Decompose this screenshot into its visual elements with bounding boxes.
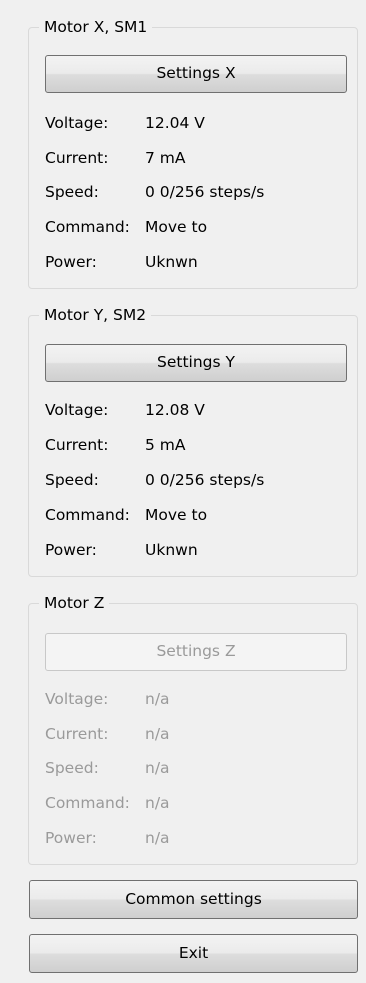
- motor-y-group-title: Motor Y, SM2: [39, 305, 152, 325]
- motor-y-voltage-row: Voltage: 12.08 V: [45, 398, 345, 422]
- motor-z-current-row: Current: n/a: [45, 722, 345, 746]
- power-label: Power:: [45, 829, 97, 847]
- speed-label: Speed:: [45, 759, 99, 777]
- current-value: 7 mA: [145, 149, 186, 167]
- motor-x-speed-row: Speed: 0 0/256 steps/s: [45, 180, 345, 204]
- exit-button[interactable]: Exit: [29, 934, 358, 973]
- motor-y-current-row: Current: 5 mA: [45, 433, 345, 457]
- command-value: Move to: [145, 506, 208, 524]
- speed-label: Speed:: [45, 471, 99, 489]
- motor-x-power-row: Power: Uknwn: [45, 250, 345, 274]
- power-value: n/a: [145, 829, 170, 847]
- voltage-value: 12.04 V: [145, 114, 205, 132]
- motor-z-voltage-row: Voltage: n/a: [45, 687, 345, 711]
- command-value: Move to: [145, 218, 208, 236]
- voltage-label: Voltage:: [45, 114, 109, 132]
- speed-value: n/a: [145, 759, 170, 777]
- power-value: Uknwn: [145, 541, 198, 559]
- current-value: 5 mA: [145, 436, 186, 454]
- settings-y-button[interactable]: Settings Y: [45, 344, 347, 382]
- command-label: Command:: [45, 794, 130, 812]
- motor-y-speed-row: Speed: 0 0/256 steps/s: [45, 468, 345, 492]
- motor-x-group-title: Motor X, SM1: [39, 17, 153, 37]
- motor-z-speed-row: Speed: n/a: [45, 756, 345, 780]
- current-label: Current:: [45, 436, 109, 454]
- power-label: Power:: [45, 253, 97, 271]
- motor-z-command-row: Command: n/a: [45, 791, 345, 815]
- speed-value: 0 0/256 steps/s: [145, 183, 265, 201]
- voltage-value: 12.08 V: [145, 401, 205, 419]
- motor-z-power-row: Power: n/a: [45, 826, 345, 850]
- speed-label: Speed:: [45, 183, 99, 201]
- settings-z-button[interactable]: Settings Z: [45, 633, 347, 671]
- voltage-label: Voltage:: [45, 401, 109, 419]
- motor-x-command-row: Command: Move to: [45, 215, 345, 239]
- common-settings-button[interactable]: Common settings: [29, 880, 358, 919]
- voltage-label: Voltage:: [45, 690, 109, 708]
- power-label: Power:: [45, 541, 97, 559]
- command-label: Command:: [45, 506, 130, 524]
- motor-z-group: Motor Z Settings Z Voltage: n/a Current:…: [28, 593, 358, 865]
- motor-z-group-title: Motor Z: [39, 593, 110, 613]
- motor-x-group: Motor X, SM1 Settings X Voltage: 12.04 V…: [28, 17, 358, 289]
- command-value: n/a: [145, 794, 170, 812]
- motor-x-current-row: Current: 7 mA: [45, 146, 345, 170]
- current-label: Current:: [45, 725, 109, 743]
- voltage-value: n/a: [145, 690, 170, 708]
- current-value: n/a: [145, 725, 170, 743]
- motor-y-power-row: Power: Uknwn: [45, 538, 345, 562]
- motor-x-voltage-row: Voltage: 12.04 V: [45, 111, 345, 135]
- settings-x-button[interactable]: Settings X: [45, 55, 347, 93]
- speed-value: 0 0/256 steps/s: [145, 471, 265, 489]
- current-label: Current:: [45, 149, 109, 167]
- motor-y-group: Motor Y, SM2 Settings Y Voltage: 12.08 V…: [28, 305, 358, 577]
- motor-y-command-row: Command: Move to: [45, 503, 345, 527]
- power-value: Uknwn: [145, 253, 198, 271]
- command-label: Command:: [45, 218, 130, 236]
